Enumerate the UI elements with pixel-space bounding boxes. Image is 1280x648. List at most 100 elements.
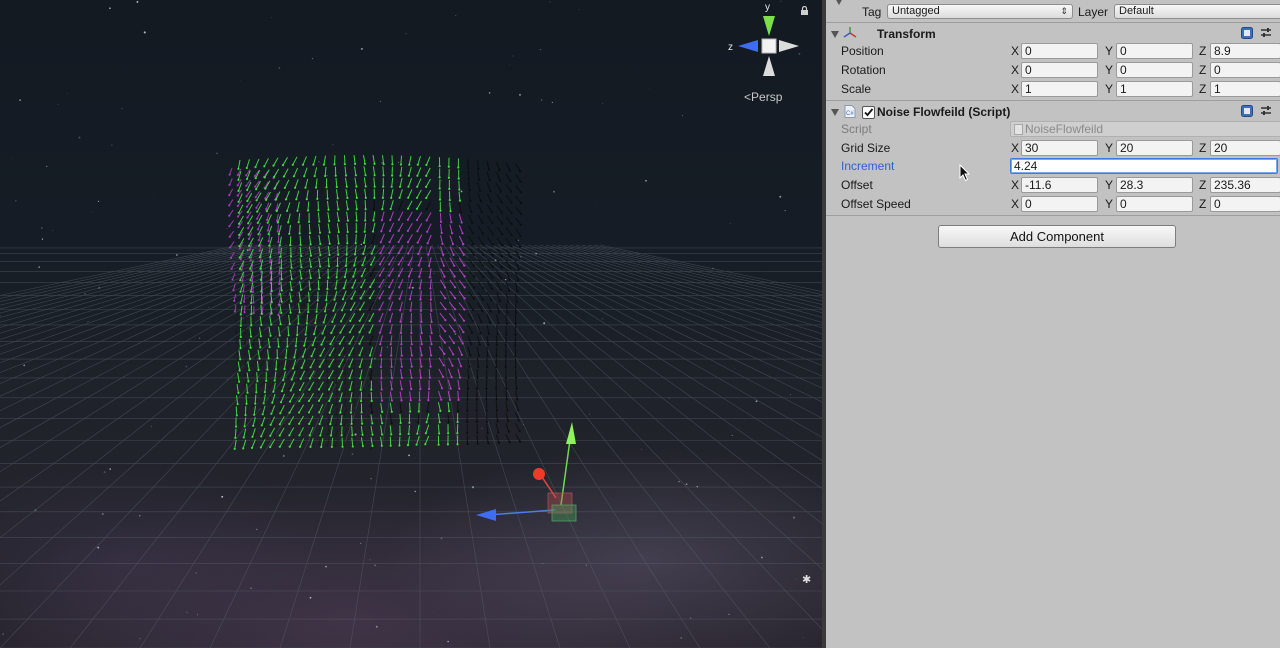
inspector-panel: Tag Untagged ⇕ Layer Default Transform P… xyxy=(826,0,1280,648)
section-divider xyxy=(826,22,1280,23)
offset-x-field[interactable]: -11.6 xyxy=(1021,177,1098,193)
settings-sliders-icon[interactable] xyxy=(1260,105,1272,117)
gizmo-neg-y-cone-icon[interactable] xyxy=(763,56,775,76)
axis-y-label: Y xyxy=(1105,197,1114,211)
rotation-z-field[interactable]: 0 xyxy=(1210,62,1280,78)
offset-speed-x-field[interactable]: 0 xyxy=(1021,196,1098,212)
rotation-x-field[interactable]: 0 xyxy=(1021,62,1098,78)
gizmo-y-label: y xyxy=(765,2,770,13)
scale-row: Scale X 1 Y 1 Z 1 xyxy=(826,80,1280,98)
axis-z-label: Z xyxy=(1199,141,1207,155)
grid-size-label: Grid Size xyxy=(841,141,891,155)
orientation-gizmo[interactable]: y z xyxy=(728,2,799,76)
increment-row: Increment 4.24 xyxy=(826,157,1280,175)
tag-value: Untagged xyxy=(892,5,940,17)
axis-z-label: Z xyxy=(1199,82,1207,96)
scale-z-field[interactable]: 1 xyxy=(1210,81,1280,97)
axis-z-label: Z xyxy=(1199,178,1207,192)
position-y-field[interactable]: 0 xyxy=(1116,43,1193,59)
axis-x-label: X xyxy=(1011,141,1020,155)
gizmo-z-label: z xyxy=(728,42,733,53)
scene-canvas[interactable]: y z xyxy=(0,0,822,648)
foldout-arrow-icon[interactable] xyxy=(831,31,839,38)
scene-view[interactable]: y z <Persp ✱ xyxy=(0,0,822,648)
axis-z-label: Z xyxy=(1199,63,1207,77)
offset-row: Offset X -11.6 Y 28.3 Z 235.36 xyxy=(826,176,1280,194)
tag-dropdown[interactable]: Untagged ⇕ xyxy=(887,4,1073,19)
component-enabled-checkbox[interactable] xyxy=(862,106,875,119)
rotation-y-field[interactable]: 0 xyxy=(1116,62,1193,78)
script-row: Script NoiseFlowfeild xyxy=(826,120,1280,138)
x-axis-handle-icon[interactable] xyxy=(533,468,545,480)
section-divider xyxy=(826,100,1280,101)
transform-icon xyxy=(843,27,857,38)
z-axis-arrow-icon[interactable] xyxy=(476,509,496,521)
layer-label: Layer xyxy=(1078,5,1109,19)
axis-y-label: Y xyxy=(1105,44,1114,58)
axis-y-label: Y xyxy=(1105,82,1114,96)
offset-z-field[interactable]: 235.36 xyxy=(1210,177,1280,193)
flowfield-arrows xyxy=(228,155,523,450)
add-component-button[interactable]: Add Component xyxy=(938,225,1176,248)
grid-size-x-field[interactable]: 30 xyxy=(1021,140,1098,156)
rotation-row: Rotation X 0 Y 0 Z 0 xyxy=(826,61,1280,79)
layer-value: Default xyxy=(1119,5,1154,17)
transform-header[interactable]: Transform xyxy=(826,24,1280,44)
gizmo-y-cone-icon[interactable] xyxy=(763,16,775,36)
position-row: Position X 0 Y 0 Z 8.9 xyxy=(826,42,1280,60)
section-divider xyxy=(826,215,1280,216)
gizmo-z-cone-icon[interactable] xyxy=(738,40,758,52)
csharp-script-icon: C# xyxy=(844,105,856,118)
axis-x-label: X xyxy=(1011,44,1020,58)
script-reference-value: NoiseFlowfeild xyxy=(1025,122,1104,136)
mouse-cursor-icon xyxy=(959,164,971,182)
script-component-header[interactable]: C# Noise Flowfeild (Script) xyxy=(826,102,1280,122)
increment-label[interactable]: Increment xyxy=(841,159,894,173)
starfield xyxy=(0,0,805,648)
rotation-label: Rotation xyxy=(841,63,886,77)
axis-y-label: Y xyxy=(1105,178,1114,192)
script-file-icon xyxy=(1014,124,1023,135)
persp-chevron-icon: < xyxy=(744,90,752,104)
help-book-icon[interactable] xyxy=(1241,105,1253,117)
y-axis-arrow-icon[interactable] xyxy=(566,422,576,444)
offset-speed-z-field[interactable]: 0 xyxy=(1210,196,1280,212)
transform-title: Transform xyxy=(877,27,936,41)
foldout-arrow-icon[interactable] xyxy=(831,109,839,116)
axis-y-label: Y xyxy=(1105,63,1114,77)
scale-label: Scale xyxy=(841,82,872,96)
settings-sliders-icon[interactable] xyxy=(1260,27,1272,39)
offset-speed-y-field[interactable]: 0 xyxy=(1116,196,1193,212)
grid-size-row: Grid Size X 30 Y 20 Z 20 xyxy=(826,139,1280,157)
grid-size-y-field[interactable]: 20 xyxy=(1116,140,1193,156)
script-label: Script xyxy=(841,122,872,136)
increment-field[interactable]: 4.24 xyxy=(1010,158,1278,174)
offset-speed-row: Offset Speed X 0 Y 0 Z 0 xyxy=(826,195,1280,213)
help-book-icon[interactable] xyxy=(1241,27,1253,39)
lock-icon[interactable] xyxy=(800,6,809,15)
offset-label: Offset xyxy=(841,178,873,192)
gizmo-center-cube-icon[interactable] xyxy=(761,38,777,54)
projection-toggle[interactable]: <Persp xyxy=(744,90,782,104)
axis-x-label: X xyxy=(1011,82,1020,96)
position-x-field[interactable]: 0 xyxy=(1021,43,1098,59)
axis-x-label: X xyxy=(1011,178,1020,192)
sun-light-icon[interactable]: ✱ xyxy=(802,573,811,586)
scale-x-field[interactable]: 1 xyxy=(1021,81,1098,97)
grid-size-z-field[interactable]: 20 xyxy=(1210,140,1280,156)
axis-x-label: X xyxy=(1011,197,1020,211)
script-reference-field: NoiseFlowfeild xyxy=(1010,121,1280,137)
collapse-arrow-icon[interactable] xyxy=(835,0,843,5)
layer-dropdown[interactable]: Default xyxy=(1114,4,1280,19)
axis-x-label: X xyxy=(1011,63,1020,77)
move-gizmo[interactable] xyxy=(476,422,577,522)
gizmo-x-cone-icon[interactable] xyxy=(779,40,799,52)
axis-z-label: Z xyxy=(1199,44,1207,58)
offset-y-field[interactable]: 28.3 xyxy=(1116,177,1193,193)
checkmark-icon xyxy=(864,108,874,117)
script-component-title: Noise Flowfeild (Script) xyxy=(877,105,1011,119)
axis-y-label: Y xyxy=(1105,141,1114,155)
offset-speed-label: Offset Speed xyxy=(841,197,911,211)
scale-y-field[interactable]: 1 xyxy=(1116,81,1193,97)
position-z-field[interactable]: 8.9 xyxy=(1210,43,1280,59)
